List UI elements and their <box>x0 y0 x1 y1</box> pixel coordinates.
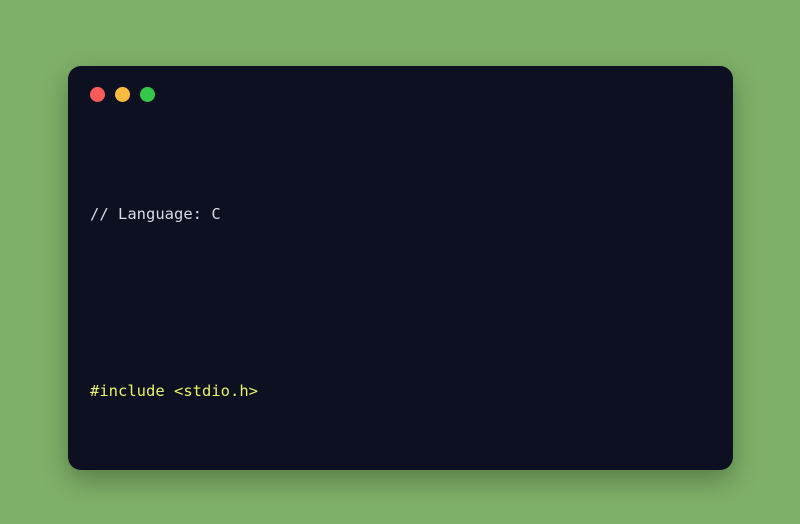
comment-language: // Language: C <box>90 204 221 223</box>
window-titlebar <box>68 66 733 122</box>
close-button-icon[interactable] <box>90 86 105 102</box>
minimize-button-icon[interactable] <box>115 86 130 102</box>
code-line-2-blank <box>90 291 733 313</box>
header-include-name: <stdio.h> <box>174 382 258 401</box>
maximize-button-icon[interactable] <box>140 86 155 102</box>
code-window: // Language: C #include <stdio.h> int ma… <box>68 66 733 470</box>
code-line-3: #include <stdio.h> <box>90 380 733 402</box>
code-line-1: // Language: C <box>90 203 733 225</box>
preprocessor-directive: #include <box>90 382 165 401</box>
code-line-4-blank <box>90 469 733 470</box>
code-content[interactable]: // Language: C #include <stdio.h> int ma… <box>68 122 733 470</box>
